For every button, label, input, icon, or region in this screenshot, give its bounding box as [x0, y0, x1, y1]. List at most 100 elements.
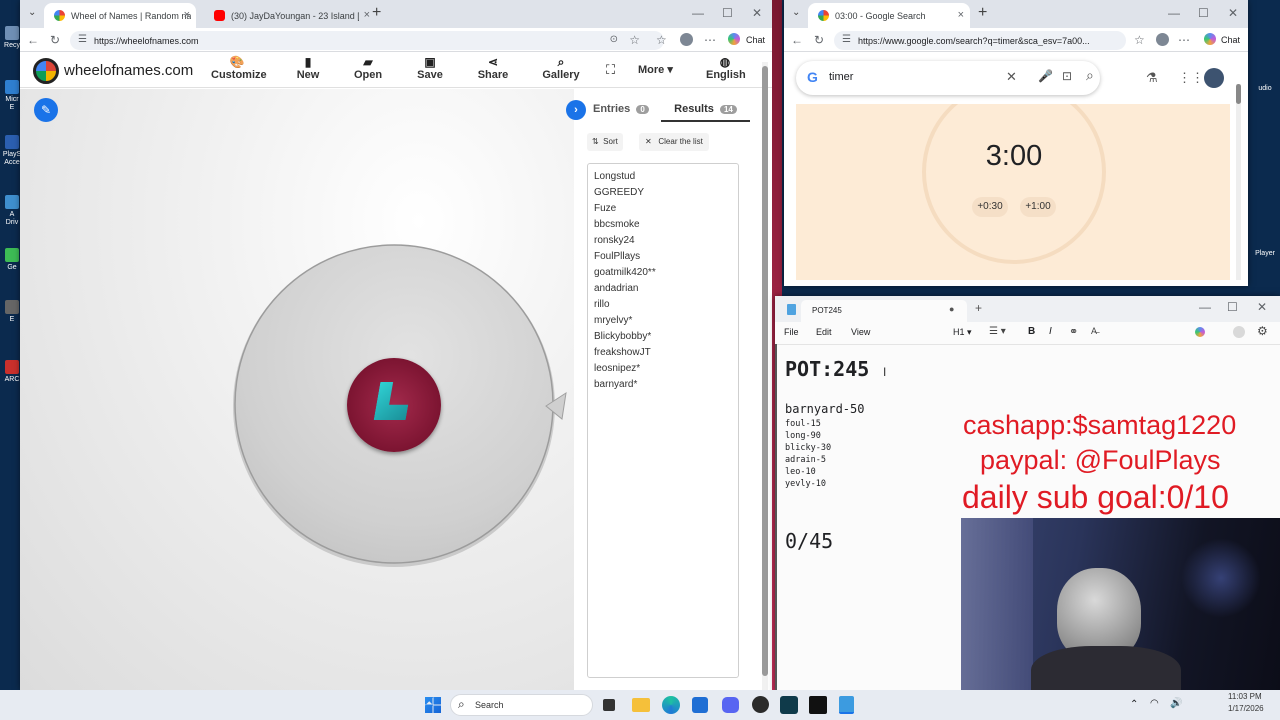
- more-menu[interactable]: More ▾: [638, 63, 673, 76]
- notepad-taskbar-icon[interactable]: [839, 696, 854, 714]
- list-icon[interactable]: ☰ ▾: [989, 326, 1006, 337]
- close-window-icon[interactable]: ✕: [1257, 300, 1267, 314]
- nav-share[interactable]: ⋖ Share: [473, 55, 513, 81]
- nav-new[interactable]: ▮ New: [288, 55, 328, 81]
- desktop-icon[interactable]: Player: [1250, 250, 1280, 258]
- add-30s-button[interactable]: +0:30: [972, 197, 1008, 217]
- clear-format-icon[interactable]: A̶: [1091, 326, 1097, 336]
- unsaved-dot-icon[interactable]: ●: [949, 304, 954, 314]
- page-scrollbar[interactable]: [762, 62, 768, 690]
- edit-pencil-button[interactable]: ✎: [34, 98, 58, 122]
- sort-button[interactable]: ⇅ Sort: [587, 133, 623, 151]
- close-window-icon[interactable]: ✕: [1228, 6, 1238, 20]
- clock-date[interactable]: 1/17/2026: [1228, 704, 1264, 713]
- site-info-icon[interactable]: ☰: [842, 34, 851, 45]
- nav-save[interactable]: ▣ Save: [410, 55, 450, 81]
- collapse-panel-button[interactable]: ›: [566, 100, 586, 120]
- reload-icon[interactable]: ↻: [50, 33, 60, 47]
- site-logo-text[interactable]: wheelofnames.com: [64, 62, 193, 79]
- copilot-icon[interactable]: [1195, 327, 1205, 337]
- labs-flask-icon[interactable]: ⚗: [1146, 70, 1158, 86]
- new-tab-icon[interactable]: +: [975, 301, 982, 315]
- back-icon[interactable]: ←: [27, 33, 39, 47]
- maximize-icon[interactable]: ☐: [722, 6, 733, 20]
- translate-icon[interactable]: ⊙: [610, 34, 618, 45]
- tab-entries[interactable]: Entries 0: [593, 103, 649, 115]
- close-window-icon[interactable]: ✕: [752, 6, 762, 20]
- tab-wheelofnames[interactable]: Wheel of Names | Random name p ×: [44, 3, 196, 28]
- google-search-box[interactable]: G timer ✕ 🎤 ⊡ ⌕: [796, 61, 1100, 95]
- app-icon[interactable]: [780, 696, 798, 714]
- search-query[interactable]: timer: [829, 71, 853, 83]
- start-button-icon[interactable]: [425, 697, 441, 713]
- nav-customize[interactable]: 🎨 Customize: [211, 55, 267, 81]
- address-bar[interactable]: ☰ https://wheelofnames.com ⊙ ☆: [70, 31, 664, 50]
- nav-gallery[interactable]: ⌕ Gallery: [540, 55, 582, 81]
- obs-icon[interactable]: [752, 696, 769, 713]
- chat-label[interactable]: Chat: [1221, 35, 1240, 45]
- favorites-icon[interactable]: ☆: [656, 33, 667, 47]
- tab-google[interactable]: 03:00 - Google Search ×: [808, 3, 970, 28]
- bold-icon[interactable]: B: [1028, 326, 1035, 337]
- new-tab-icon[interactable]: +: [978, 4, 987, 22]
- tab-list-chevron-icon[interactable]: ⌄: [792, 7, 800, 18]
- minimize-icon[interactable]: —: [1168, 6, 1180, 20]
- menu-dots-icon[interactable]: ⋯: [704, 33, 716, 47]
- wifi-icon[interactable]: ◠: [1150, 698, 1159, 709]
- site-info-icon[interactable]: ☰: [78, 34, 87, 45]
- task-view-icon[interactable]: [603, 699, 615, 711]
- menu-file[interactable]: File: [784, 327, 799, 337]
- account-avatar[interactable]: [1204, 68, 1224, 88]
- close-tab-icon[interactable]: ×: [958, 9, 964, 21]
- copilot-icon[interactable]: [1204, 33, 1216, 45]
- store-icon[interactable]: [692, 697, 708, 713]
- timer-value[interactable]: 3:00: [958, 140, 1070, 173]
- bookmark-star-icon[interactable]: ☆: [1134, 33, 1145, 47]
- results-list[interactable]: Longstud GGREEDY Fuze bbcsmoke ronsky24 FoulP…: [587, 163, 739, 678]
- volume-icon[interactable]: 🔊: [1170, 698, 1182, 709]
- nav-open[interactable]: ▰ Open: [348, 55, 388, 81]
- menu-edit[interactable]: Edit: [816, 327, 832, 337]
- language-button[interactable]: ◍ English: [706, 55, 746, 81]
- clock-time[interactable]: 11:03 PM: [1228, 692, 1262, 701]
- clear-search-icon[interactable]: ✕: [1006, 69, 1017, 85]
- tab-youtube[interactable]: (30) JayDaYoungan - 23 Island [Off ×: [204, 3, 376, 28]
- maximize-icon[interactable]: ☐: [1227, 300, 1238, 314]
- game-icon[interactable]: [809, 696, 827, 714]
- tray-chevron-icon[interactable]: ⌃: [1130, 699, 1138, 710]
- bookmark-star-icon[interactable]: ☆: [629, 33, 640, 47]
- clear-list-button[interactable]: ✕ Clear the list: [639, 133, 709, 151]
- profile-avatar[interactable]: [680, 33, 693, 46]
- fullscreen-icon[interactable]: ⛶: [606, 62, 615, 78]
- search-icon[interactable]: ⌕: [1086, 67, 1094, 84]
- site-logo-icon[interactable]: [33, 58, 59, 84]
- apps-grid-icon[interactable]: ⋮⋮: [1178, 70, 1204, 86]
- reload-icon[interactable]: ↻: [814, 33, 824, 47]
- account-icon[interactable]: [1233, 326, 1245, 338]
- file-explorer-icon[interactable]: [632, 698, 650, 712]
- add-1m-button[interactable]: +1:00: [1020, 197, 1056, 217]
- back-icon[interactable]: ←: [791, 33, 803, 47]
- copilot-icon[interactable]: [728, 33, 740, 45]
- mic-icon[interactable]: 🎤: [1038, 69, 1053, 83]
- minimize-icon[interactable]: —: [1199, 300, 1211, 314]
- minimize-icon[interactable]: —: [692, 6, 704, 20]
- profile-avatar[interactable]: [1156, 33, 1169, 46]
- desktop-icon[interactable]: udio: [1250, 85, 1280, 93]
- menu-view[interactable]: View: [851, 327, 870, 337]
- lens-icon[interactable]: ⊡: [1062, 69, 1072, 83]
- menu-dots-icon[interactable]: ⋯: [1178, 33, 1190, 47]
- close-tab-icon[interactable]: ×: [364, 9, 370, 21]
- italic-icon[interactable]: I: [1049, 326, 1052, 337]
- scrollbar-thumb[interactable]: [762, 66, 768, 676]
- scrollbar-thumb[interactable]: [1236, 84, 1241, 104]
- heading-dropdown[interactable]: H1 ▾: [953, 327, 972, 338]
- address-bar[interactable]: ☰ https://www.google.com/search?q=timer&…: [834, 31, 1126, 50]
- link-icon[interactable]: ⚭: [1069, 325, 1078, 338]
- edge-icon[interactable]: [662, 696, 680, 714]
- tab-list-chevron-icon[interactable]: ⌄: [28, 7, 36, 18]
- close-tab-icon[interactable]: ×: [184, 9, 190, 21]
- settings-gear-icon[interactable]: ⚙: [1257, 324, 1268, 338]
- chat-label[interactable]: Chat: [746, 35, 765, 45]
- discord-icon[interactable]: [722, 697, 739, 713]
